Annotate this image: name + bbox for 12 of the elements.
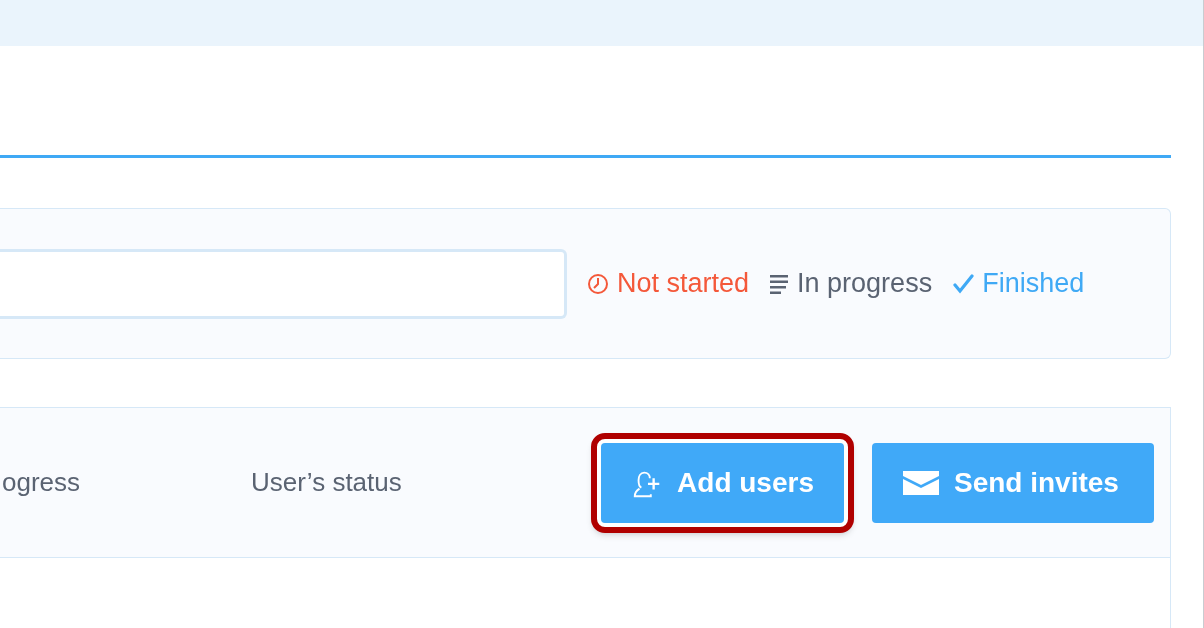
clock-icon: [587, 272, 609, 295]
status-label: In progress: [797, 267, 933, 301]
column-header: ogress: [2, 466, 82, 499]
add-users-button[interactable]: Add users: [601, 442, 844, 523]
column-header: User’s status: [251, 466, 403, 499]
send-invites-button[interactable]: Send invites: [872, 442, 1154, 523]
list-icon: [769, 272, 790, 295]
envelope-icon: [902, 469, 940, 496]
search-field[interactable]: [0, 248, 567, 319]
check-icon: [952, 272, 975, 295]
status-label: Finished: [982, 267, 1085, 301]
status-label: Not started: [617, 267, 750, 301]
